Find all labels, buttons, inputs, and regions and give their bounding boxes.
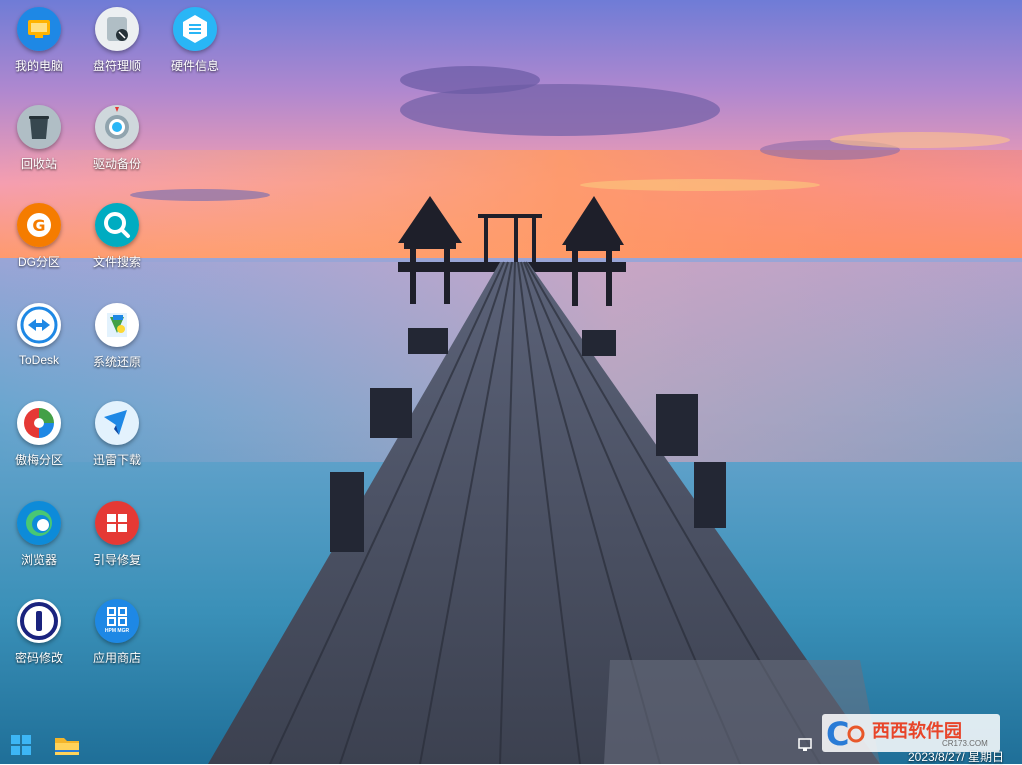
desktop-icon-label: 系统还原 xyxy=(92,355,141,369)
diskgenius-icon: G xyxy=(17,203,61,247)
app-store-icon: HPM MGR xyxy=(95,599,139,643)
desktop-icon-file-search[interactable]: 文件搜索 xyxy=(78,196,156,282)
desktop-icon-computer[interactable]: 我的电脑 xyxy=(0,0,78,86)
password-icon xyxy=(17,599,61,643)
watermark-domain: CR173.COM xyxy=(942,739,988,748)
desktop-icon-hardware-info[interactable]: 硬件信息 xyxy=(156,0,234,86)
hardware-info-icon xyxy=(173,7,217,51)
desktop-icon-app-store[interactable]: HPM MGR 应用商店 xyxy=(78,592,156,678)
desktop-icon-label: 浏览器 xyxy=(20,553,57,567)
drive-letter-icon xyxy=(95,7,139,51)
desktop-icon-boot-repair[interactable]: 引导修复 xyxy=(78,494,156,580)
app-store-icon-text: HPM MGR xyxy=(104,628,130,634)
network-icon xyxy=(798,738,812,751)
file-search-icon xyxy=(95,203,139,247)
computer-icon xyxy=(17,7,61,51)
start-button[interactable] xyxy=(6,730,36,760)
desktop-icon-label: 应用商店 xyxy=(92,651,141,665)
desktop-icon-label: ToDesk xyxy=(18,353,59,367)
edge-browser-icon xyxy=(17,501,61,545)
aomei-partition-icon xyxy=(17,401,61,445)
desktop-icon-label: 回收站 xyxy=(20,157,57,171)
desktop-icon-system-restore[interactable]: 系统还原 xyxy=(78,296,156,382)
desktop-icon-recycle-bin[interactable]: 回收站 xyxy=(0,98,78,184)
file-explorer-icon xyxy=(55,738,79,755)
svg-text:G: G xyxy=(32,216,45,235)
desktop-icon-aomei-partition[interactable]: 傲梅分区 xyxy=(0,394,78,480)
watermark: C 西西软件园 CR173.COM xyxy=(822,714,1000,752)
desktop-icon-label: 迅雷下载 xyxy=(92,453,141,467)
desktop-icon-label: 文件搜索 xyxy=(92,255,141,269)
desktop-icon-label: DG分区 xyxy=(17,255,60,269)
desktop-icon-label: 密码修改 xyxy=(14,651,63,665)
tray-network-button[interactable] xyxy=(796,736,814,754)
desktop-icon-diskgenius[interactable]: G DG分区 xyxy=(0,196,78,282)
desktop-icon-label: 硬件信息 xyxy=(170,59,219,73)
desktop-icon-password[interactable]: 密码修改 xyxy=(0,592,78,678)
system-restore-icon xyxy=(95,303,139,347)
desktop-icon-label: 驱动备份 xyxy=(92,157,141,171)
thunder-download-icon xyxy=(95,401,139,445)
taskbar-clock[interactable]: 2023/8/27/ 星期日 xyxy=(908,748,1004,765)
desktop-icon-label: 傲梅分区 xyxy=(14,453,63,467)
file-explorer-button[interactable] xyxy=(52,730,82,760)
todesk-icon xyxy=(17,303,61,347)
windows-start-icon xyxy=(11,735,31,755)
desktop-icon-driver-backup[interactable]: 驱动备份 xyxy=(78,98,156,184)
driver-backup-icon xyxy=(95,105,139,149)
svg-text:C: C xyxy=(826,715,849,752)
desktop-icon-label: 盘符理顺 xyxy=(92,59,141,73)
recycle-bin-icon xyxy=(17,105,61,149)
desktop-icon-edge-browser[interactable]: 浏览器 xyxy=(0,494,78,580)
boot-repair-icon xyxy=(95,501,139,545)
desktop-icon-todesk[interactable]: ToDesk xyxy=(0,296,78,382)
desktop-icon-drive-letter[interactable]: 盘符理顺 xyxy=(78,0,156,86)
desktop-icon-label: 引导修复 xyxy=(92,553,141,567)
desktop-icon-label: 我的电脑 xyxy=(14,59,63,73)
desktop-icon-thunder-download[interactable]: 迅雷下载 xyxy=(78,394,156,480)
